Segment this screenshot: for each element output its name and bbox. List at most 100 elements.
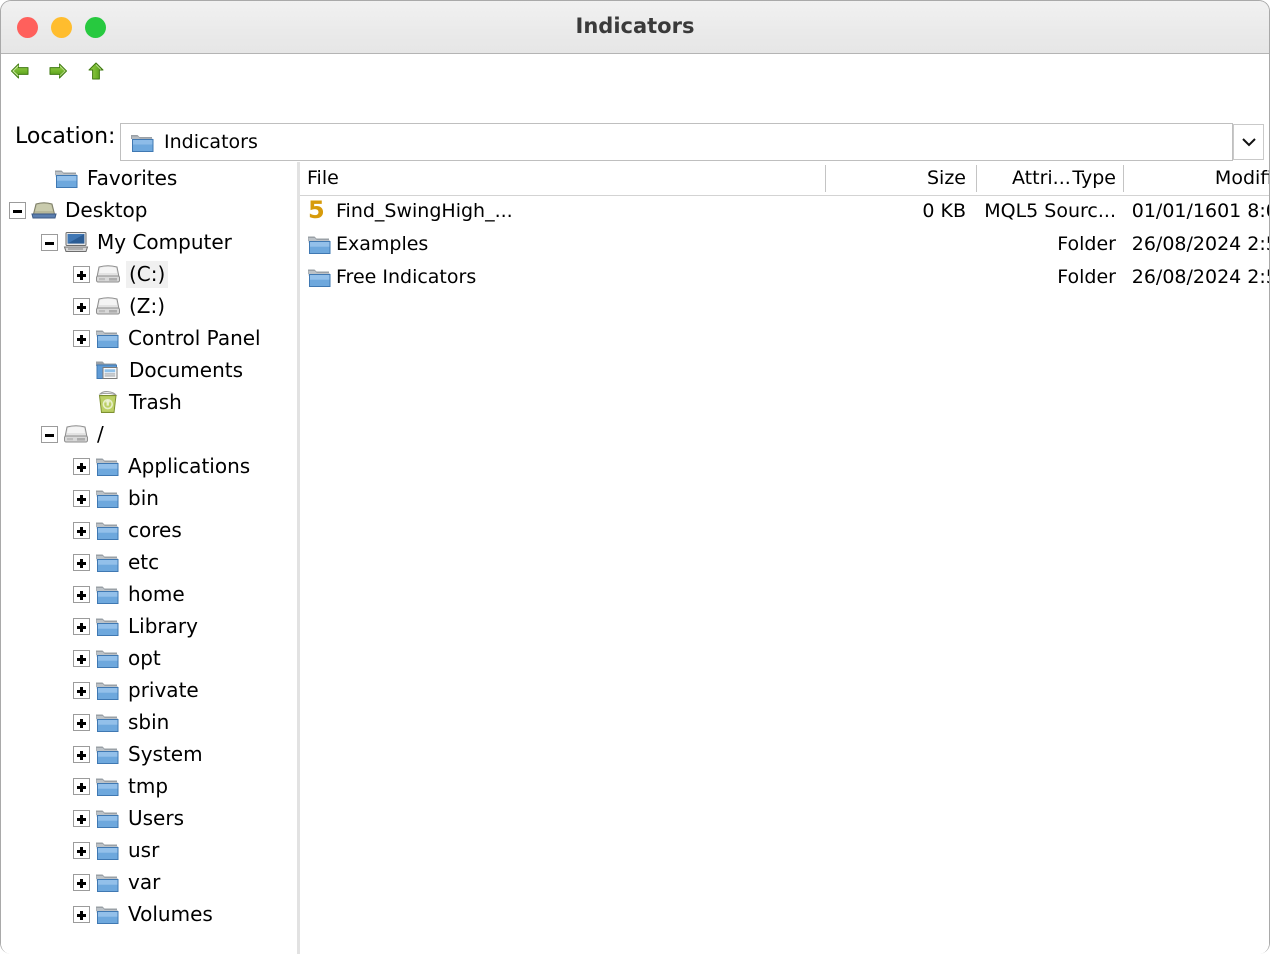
desktop-icon	[31, 200, 57, 220]
screen: Indicators Location: Indicators Favorite…	[0, 0, 1270, 954]
tree-item-label: cores	[128, 517, 182, 542]
chevron-down-icon	[1241, 133, 1257, 152]
folder-icon	[95, 552, 120, 573]
tree-item-label: opt	[128, 645, 161, 670]
drive-icon	[63, 424, 89, 444]
tree-item-etc[interactable]: etc	[1, 546, 297, 578]
tree-item-sbin[interactable]: sbin	[1, 706, 297, 738]
tree-item-z[interactable]: (Z:)	[1, 290, 297, 322]
file-list-header[interactable]: FileSizeTypeModifiedAttri...	[300, 162, 1269, 196]
tree-item-label: Desktop	[65, 197, 148, 222]
tree-item-private[interactable]: private	[1, 674, 297, 706]
expand-icon[interactable]	[73, 553, 90, 571]
expand-icon[interactable]	[73, 329, 90, 347]
expand-icon[interactable]	[73, 297, 90, 315]
collapse-icon[interactable]	[41, 233, 58, 251]
tree-item-control-panel[interactable]: Control Panel	[1, 322, 297, 354]
tree-expander-spacer	[73, 394, 90, 411]
expand-icon[interactable]	[73, 905, 90, 923]
folder-icon	[95, 616, 120, 637]
expand-icon[interactable]	[73, 809, 90, 827]
collapse-icon[interactable]	[9, 201, 26, 219]
collapse-icon[interactable]	[41, 425, 58, 443]
tree-item-var[interactable]: var	[1, 866, 297, 898]
location-bar: Location: Indicators	[1, 84, 1269, 164]
tree-item-desktop[interactable]: Desktop	[1, 194, 297, 226]
folder-icon	[95, 840, 120, 861]
folder-icon	[95, 712, 120, 733]
expand-icon[interactable]	[73, 521, 90, 539]
expand-icon[interactable]	[73, 841, 90, 859]
expand-icon[interactable]	[73, 745, 90, 763]
forward-arrow-icon[interactable]	[47, 59, 69, 83]
expand-icon[interactable]	[73, 585, 90, 603]
expand-icon[interactable]	[73, 457, 90, 475]
folder-icon	[95, 328, 120, 349]
tree-item-[interactable]: /	[1, 418, 297, 450]
tree-item-documents[interactable]: Documents	[1, 354, 297, 386]
folder-icon	[95, 520, 120, 541]
location-dropdown-button[interactable]	[1233, 124, 1264, 160]
expand-icon[interactable]	[73, 265, 90, 283]
tree-item-usr[interactable]: usr	[1, 834, 297, 866]
expand-icon[interactable]	[73, 777, 90, 795]
expand-icon[interactable]	[73, 681, 90, 699]
tree-item-home[interactable]: home	[1, 578, 297, 610]
file-row[interactable]: ExamplesFolder26/08/2024 2:5...	[300, 229, 1269, 262]
tree-item-label: Control Panel	[128, 325, 261, 350]
tree-item-opt[interactable]: opt	[1, 642, 297, 674]
folder-icon	[307, 234, 332, 255]
expand-icon[interactable]	[73, 873, 90, 891]
folder-icon	[95, 648, 120, 669]
tree-item-my-computer[interactable]: My Computer	[1, 226, 297, 258]
folder-tree[interactable]: Favorites Desktop My Computer (C:) (Z:) Contr…	[1, 162, 297, 954]
location-value: Indicators	[164, 131, 258, 153]
tree-item-label: (C:)	[126, 260, 169, 288]
tree-item-bin[interactable]: bin	[1, 482, 297, 514]
file-modified: 26/08/2024 2:5...	[1131, 233, 1269, 255]
drive-icon	[95, 264, 121, 284]
column-header-attr[interactable]: Attri...	[1012, 167, 1071, 189]
tree-item-trash[interactable]: Trash	[1, 386, 297, 418]
tree-item-label: etc	[128, 549, 160, 574]
location-input[interactable]: Indicators	[120, 123, 1233, 161]
expand-icon[interactable]	[73, 617, 90, 635]
tree-item-label: Applications	[128, 453, 251, 478]
tree-item-c[interactable]: (C:)	[1, 258, 297, 290]
tree-item-applications[interactable]: Applications	[1, 450, 297, 482]
drive-icon	[95, 296, 121, 316]
file-row[interactable]: Free IndicatorsFolder26/08/2024 2:5...	[300, 262, 1269, 295]
file-row[interactable]: 5 Find_SwingHigh_... 0 KB MQL5 Sourc... 01/0…	[300, 196, 1269, 229]
trash-icon	[95, 390, 121, 414]
expand-icon[interactable]	[73, 489, 90, 507]
folder-icon	[95, 872, 120, 893]
file-name: Free Indicators	[336, 266, 477, 288]
folder-icon	[95, 904, 120, 925]
tree-expander-spacer	[32, 170, 49, 187]
tree-item-label: usr	[128, 837, 160, 862]
window-titlebar: Indicators	[1, 1, 1269, 54]
file-list-body[interactable]: 5 Find_SwingHigh_... 0 KB MQL5 Sourc... 01/0…	[300, 196, 1269, 295]
window-title: Indicators	[575, 14, 695, 38]
tree-item-favorites[interactable]: Favorites	[1, 162, 297, 194]
tree-item-system[interactable]: System	[1, 738, 297, 770]
tree-item-library[interactable]: Library	[1, 610, 297, 642]
computer-icon	[63, 231, 89, 253]
tree-item-cores[interactable]: cores	[1, 514, 297, 546]
folder-icon	[54, 168, 79, 189]
back-arrow-icon[interactable]	[9, 59, 31, 83]
column-header-file[interactable]: File	[307, 167, 339, 189]
expand-icon[interactable]	[73, 713, 90, 731]
tree-item-label: System	[128, 741, 203, 766]
tree-item-users[interactable]: Users	[1, 802, 297, 834]
tree-expander-spacer	[73, 362, 90, 379]
folder-icon	[95, 584, 120, 605]
tree-item-label: bin	[128, 485, 159, 510]
tree-item-label: tmp	[128, 773, 169, 798]
tree-item-label: Library	[128, 613, 198, 638]
folder-icon	[95, 808, 120, 829]
tree-item-tmp[interactable]: tmp	[1, 770, 297, 802]
expand-icon[interactable]	[73, 649, 90, 667]
up-arrow-icon[interactable]	[85, 59, 107, 83]
tree-item-volumes[interactable]: Volumes	[1, 898, 297, 930]
